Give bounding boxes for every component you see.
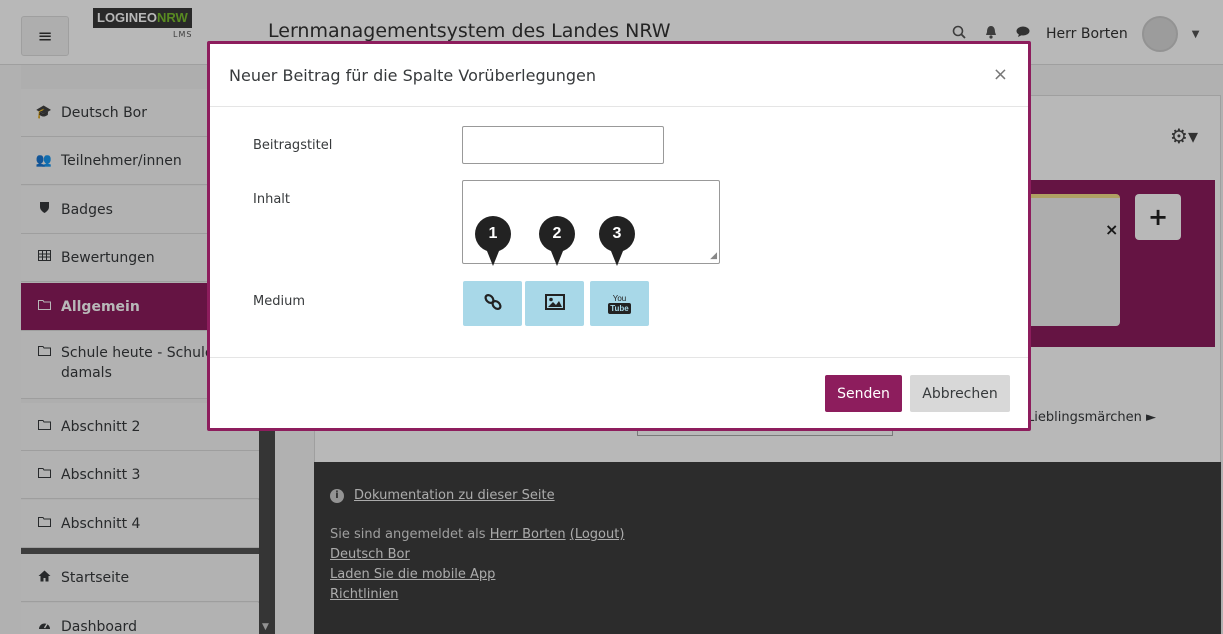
new-post-dialog: Neuer Beitrag für die Spalte Vorüberlegu… bbox=[207, 41, 1031, 431]
add-link-button[interactable] bbox=[463, 281, 522, 326]
post-title-input[interactable] bbox=[462, 126, 664, 164]
marker-pointer bbox=[609, 246, 625, 266]
callout-marker-3: 3 bbox=[599, 216, 635, 268]
resize-handle-icon[interactable]: ◢ bbox=[710, 251, 717, 261]
marker-pointer bbox=[485, 246, 501, 266]
content-label: Inhalt bbox=[253, 192, 290, 207]
marker-pointer bbox=[549, 246, 565, 266]
link-icon bbox=[483, 292, 503, 316]
post-title-label: Beitragstitel bbox=[253, 138, 333, 153]
callout-marker-2: 2 bbox=[539, 216, 575, 268]
image-icon bbox=[544, 293, 565, 314]
youtube-glyph-top: You bbox=[612, 293, 627, 303]
dialog-header: Neuer Beitrag für die Spalte Vorüberlegu… bbox=[210, 44, 1028, 107]
send-button[interactable]: Senden bbox=[825, 375, 902, 412]
add-image-button[interactable] bbox=[525, 281, 584, 326]
dialog-title: Neuer Beitrag für die Spalte Vorüberlegu… bbox=[229, 66, 597, 85]
dialog-body: Beitragstitel Inhalt ◢ Medium You Tube 1 bbox=[210, 108, 1028, 358]
callout-marker-1: 1 bbox=[475, 216, 511, 268]
cancel-button[interactable]: Abbrechen bbox=[910, 375, 1010, 412]
dialog-footer: Senden Abbrechen bbox=[210, 357, 1028, 428]
youtube-icon: You Tube bbox=[608, 294, 631, 314]
close-icon[interactable]: × bbox=[993, 64, 1008, 85]
add-video-button[interactable]: You Tube bbox=[590, 281, 649, 326]
medium-label: Medium bbox=[253, 294, 305, 309]
youtube-glyph-bottom: Tube bbox=[608, 302, 631, 314]
